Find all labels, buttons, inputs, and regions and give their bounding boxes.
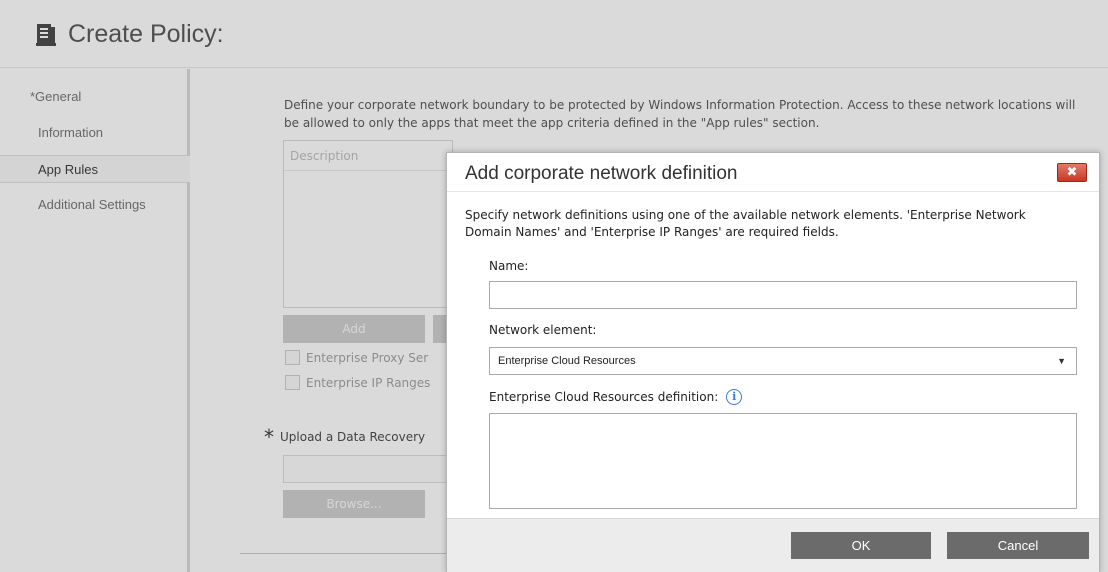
network-element-value: Enterprise Cloud Resources <box>498 355 636 367</box>
close-icon[interactable]: ✖ <box>1057 163 1087 182</box>
definition-label: Enterprise Cloud Resources definition: <box>489 390 719 404</box>
add-network-definition-dialog: Add corporate network definition ✖ Speci… <box>446 152 1100 572</box>
network-element-select[interactable]: Enterprise Cloud Resources ▼ <box>489 347 1077 375</box>
network-element-label: Network element: <box>489 323 597 337</box>
cancel-button[interactable]: Cancel <box>947 532 1089 559</box>
dialog-divider <box>447 191 1099 192</box>
definition-label-row: Enterprise Cloud Resources definition: i <box>489 389 743 405</box>
chevron-down-icon[interactable]: ▼ <box>1057 348 1066 374</box>
dialog-description: Specify network definitions using one of… <box>465 208 1026 239</box>
ok-button[interactable]: OK <box>791 532 931 559</box>
dialog-footer: OK Cancel <box>447 518 1099 572</box>
dialog-title: Add corporate network definition <box>465 163 738 184</box>
definition-textarea[interactable] <box>489 413 1077 509</box>
info-icon[interactable]: i <box>726 389 743 405</box>
name-label: Name: <box>489 259 529 273</box>
name-input[interactable] <box>489 281 1077 309</box>
